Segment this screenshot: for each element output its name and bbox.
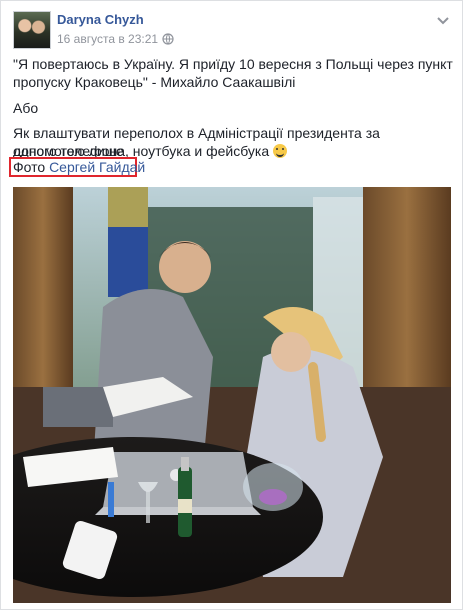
post-timestamp[interactable]: 16 августа в 23:21 [57, 32, 158, 46]
post-text-line: пропуску Краковець" - Михайло Саакашвілі [13, 74, 296, 90]
photo-credit: Фото Сергей Гайдай [13, 158, 145, 176]
globe-icon [162, 33, 174, 45]
credit-author-link[interactable]: Сергей Гайдай [49, 159, 145, 175]
chevron-down-icon[interactable] [436, 13, 450, 25]
author-avatar[interactable] [13, 11, 51, 49]
author-name[interactable]: Daryna Chyzh [57, 12, 144, 27]
facebook-post: Daryna Chyzh 16 августа в 23:21 "Я повер… [0, 0, 463, 610]
post-photo[interactable] [13, 187, 451, 603]
post-text-line: Або [13, 100, 39, 116]
grinning-face-emoji [273, 144, 288, 158]
post-text-line: "Я повертаюсь в Україну. Я приїду 10 вер… [13, 56, 453, 72]
credit-prefix: Фото [13, 159, 46, 175]
post-meta: 16 августа в 23:21 [57, 32, 174, 46]
